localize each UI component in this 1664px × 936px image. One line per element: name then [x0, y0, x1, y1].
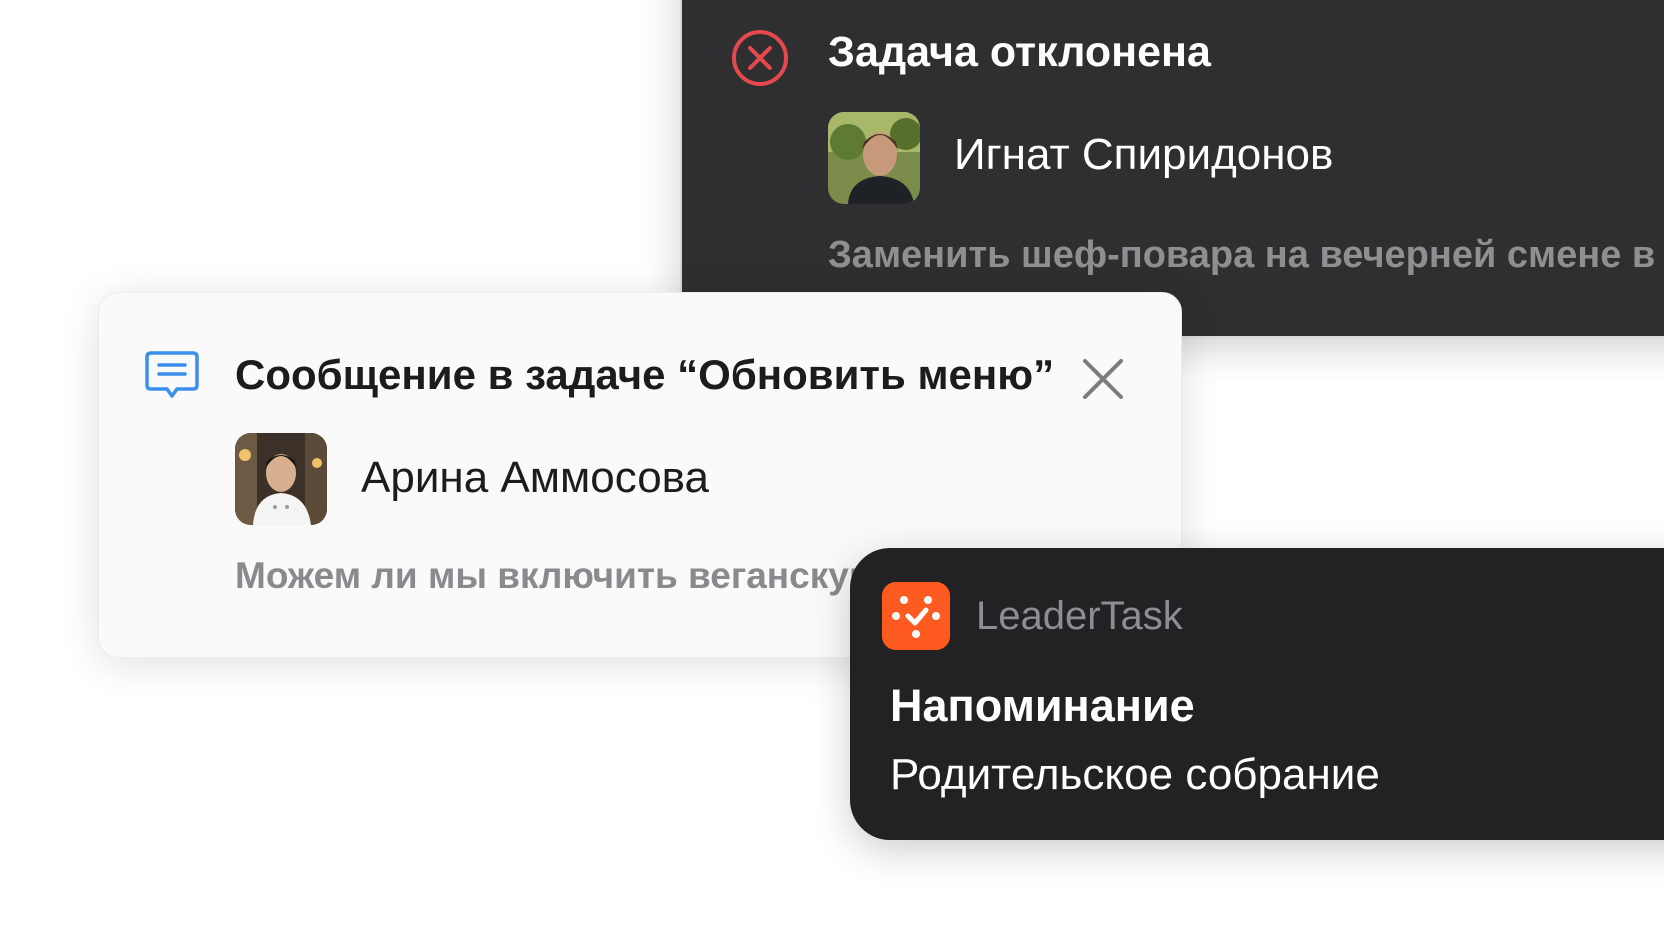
chat-bubble-icon	[145, 351, 199, 398]
user-name: Арина Аммосова	[361, 453, 710, 502]
avatar	[235, 433, 327, 525]
app-name: LeaderTask	[976, 594, 1183, 638]
reminder-notification[interactable]: LeaderTask Напоминание Родительское собр…	[850, 548, 1664, 840]
task-text: Заменить шеф-повара на вечерней смене в …	[828, 234, 1664, 276]
notification-title: Задача отклонена	[828, 28, 1211, 76]
notifications-stage: Задача отклонена Игнат Спиридонов Замени…	[0, 0, 1664, 936]
reminder-text: Родительское собрание	[890, 750, 1380, 799]
user-name: Игнат Спиридонов	[954, 130, 1334, 179]
leadertask-logo-icon	[882, 582, 950, 650]
notification-title: Сообщение в задаче “Обновить меню”	[235, 351, 1055, 398]
close-circle-icon	[732, 30, 788, 86]
rejected-task-notification[interactable]: Задача отклонена Игнат Спиридонов Замени…	[680, 0, 1664, 338]
close-icon[interactable]	[1079, 355, 1127, 403]
notification-title: Напоминание	[890, 680, 1195, 731]
avatar	[828, 112, 920, 204]
